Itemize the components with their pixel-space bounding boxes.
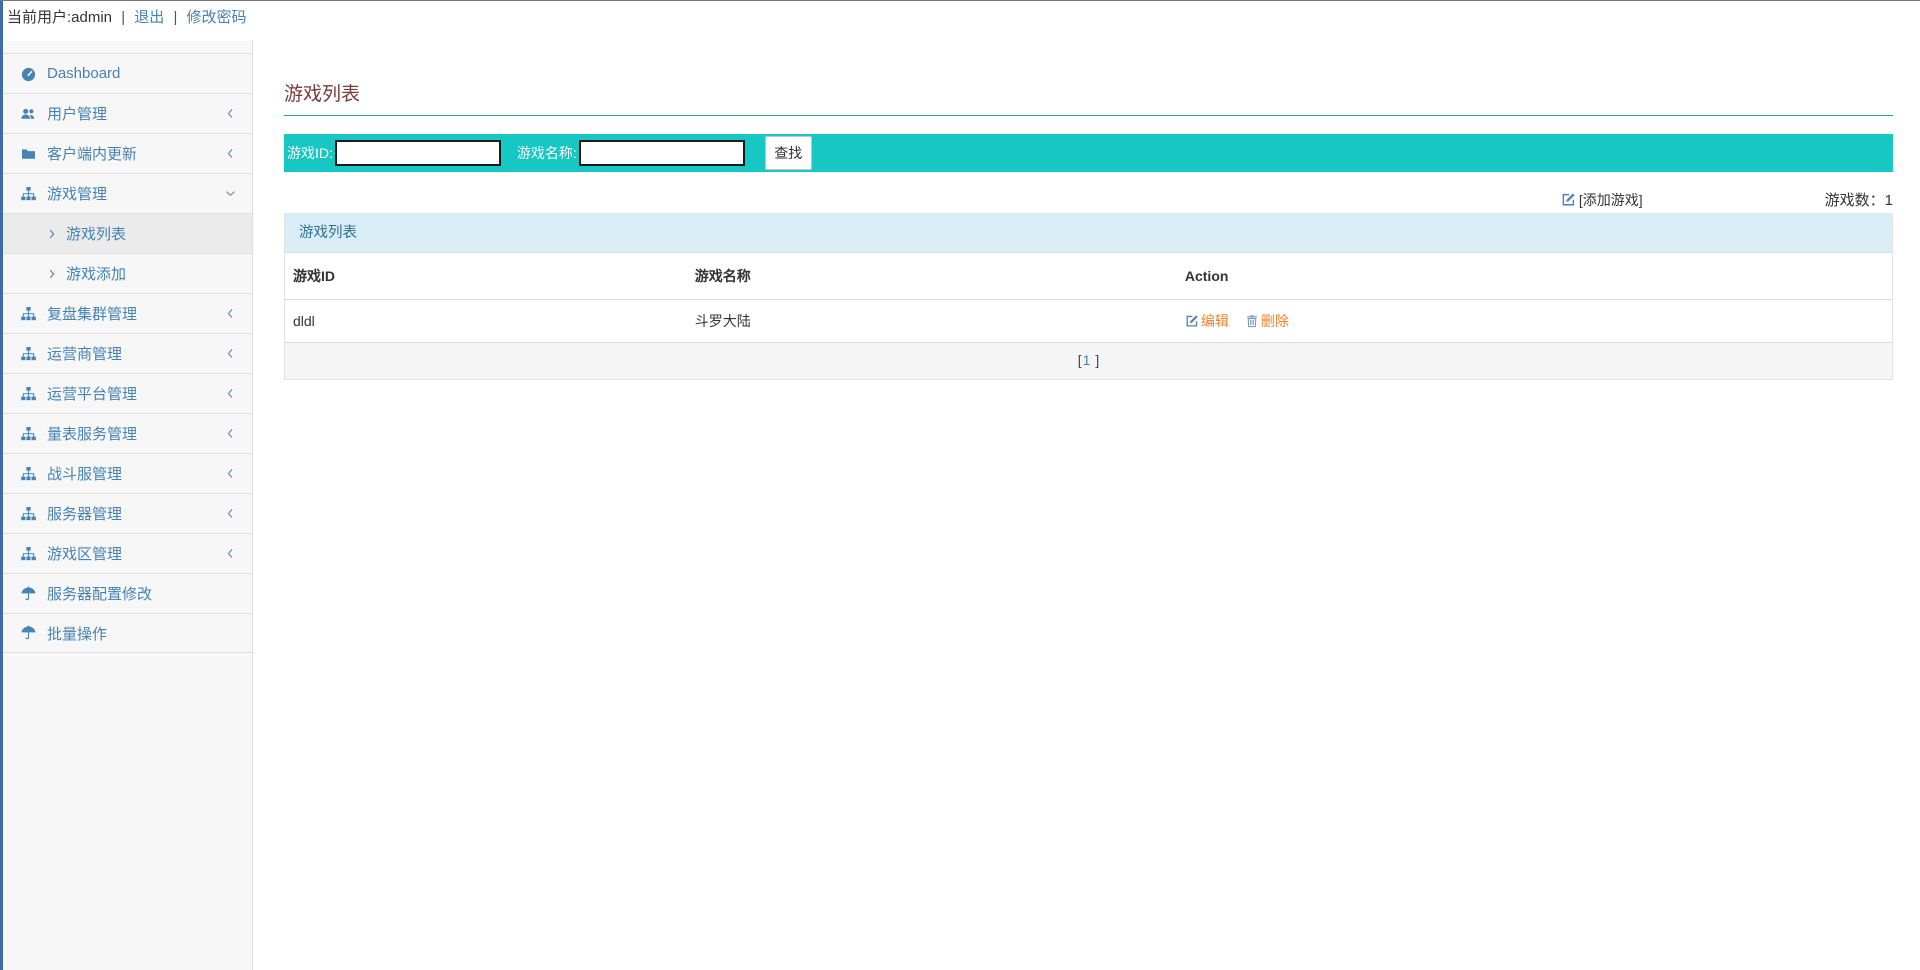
sidebar-item-label: 复盘集群管理 [47,303,137,324]
sidebar-item-server-management[interactable]: 服务器管理 [3,493,252,533]
folder-icon [20,146,37,162]
delete-label: 删除 [1261,311,1289,331]
sidebar-item-label: 游戏添加 [66,263,126,284]
sidebar-item-server-config-modify[interactable]: 服务器配置修改 [3,573,252,613]
edit-icon [1185,314,1199,328]
umbrella-icon [20,625,37,641]
sidebar-item-label: 运营商管理 [47,343,122,364]
sidebar-item-operation-platform-management[interactable]: 运营平台管理 [3,373,252,413]
toolbar-row: [添加游戏] 游戏数：1 [284,189,1893,210]
separator: | [173,9,177,26]
cell-game-id: dldl [285,300,687,343]
chevron-right-icon [46,228,58,240]
sidebar-item-label: 运营平台管理 [47,383,137,404]
delete-link[interactable]: 删除 [1245,311,1289,331]
chevron-left-icon [224,347,237,360]
add-game-label: [添加游戏] [1579,190,1643,210]
dashboard-icon [20,66,37,82]
sidebar-item-label: 游戏区管理 [47,543,122,564]
chevron-down-icon [224,187,237,200]
game-name-input[interactable] [579,140,745,166]
chevron-left-icon [224,427,237,440]
sidebar-item-user-management[interactable]: 用户管理 [3,93,252,133]
table-row: dldl 斗罗大陆 编辑 删除 [285,300,1892,343]
sidebar-item-game-management[interactable]: 游戏管理 [3,173,252,213]
sidebar-item-label: 客户端内更新 [47,143,137,164]
cell-actions: 编辑 删除 [1177,300,1892,343]
pagination-bracket: ] [1091,352,1099,368]
sidebar-item-operator-management[interactable]: 运营商管理 [3,333,252,373]
chevron-right-icon [46,268,58,280]
sidebar-item-label: 游戏管理 [47,183,107,204]
sidebar-item-dashboard[interactable]: Dashboard [3,53,252,93]
sidebar-item-scale-service-management[interactable]: 量表服务管理 [3,413,252,453]
logout-link[interactable]: 退出 [134,9,164,26]
chevron-left-icon [224,467,237,480]
page-link[interactable]: 1 [1083,352,1091,368]
sidebar-item-label: 服务器管理 [47,503,122,524]
col-header-game-name: 游戏名称 [687,253,1177,300]
game-table: 游戏ID 游戏名称 Action dldl 斗罗大陆 编辑 删除 [285,253,1892,343]
sidebar-item-label: 用户管理 [47,103,107,124]
sidebar-item-game-list[interactable]: 游戏列表 [3,213,252,253]
chevron-left-icon [224,387,237,400]
add-game-link[interactable]: [添加游戏] [1561,190,1643,210]
sidebar-item-label: 战斗服管理 [47,463,122,484]
sitemap-icon [20,386,37,402]
chevron-left-icon [224,507,237,520]
sidebar-item-client-update[interactable]: 客户端内更新 [3,133,252,173]
umbrella-icon [20,586,37,602]
trash-icon [1245,314,1259,328]
sidebar-item-label: 批量操作 [47,623,107,644]
search-button[interactable]: 查找 [765,136,812,170]
chevron-left-icon [224,147,237,160]
sitemap-icon [20,346,37,362]
sidebar: Dashboard 用户管理 客户端内更新 游戏管理 游戏列表 游戏添加 复盘集… [3,41,253,970]
sidebar-item-batch-operation[interactable]: 批量操作 [3,613,252,653]
edit-label: 编辑 [1201,311,1229,331]
sidebar-item-label: 服务器配置修改 [47,583,152,604]
sidebar-item-battle-server-management[interactable]: 战斗服管理 [3,453,252,493]
chevron-left-icon [224,547,237,560]
pencil-square-icon [1561,192,1576,207]
game-count: 游戏数：1 [1825,189,1893,210]
chevron-left-icon [224,107,237,120]
current-user-label: 当前用户:admin [7,9,112,26]
col-header-action: Action [1177,253,1892,300]
sidebar-item-label: 游戏列表 [66,223,126,244]
sidebar-item-label: 量表服务管理 [47,423,137,444]
edit-link[interactable]: 编辑 [1185,311,1229,331]
left-accent-bar [0,1,3,970]
game-id-input[interactable] [335,140,501,166]
sidebar-item-game-zone-management[interactable]: 游戏区管理 [3,533,252,573]
sidebar-item-game-add[interactable]: 游戏添加 [3,253,252,293]
users-icon [20,106,37,122]
sitemap-icon [20,506,37,522]
sidebar-item-label: Dashboard [47,65,120,82]
table-header-row: 游戏ID 游戏名称 Action [285,253,1892,300]
topbar: 当前用户:admin | 退出 | 修改密码 [0,1,1920,41]
sidebar-item-replay-cluster-management[interactable]: 复盘集群管理 [3,293,252,333]
page-title: 游戏列表 [284,79,1893,116]
chevron-left-icon [224,307,237,320]
cell-game-name: 斗罗大陆 [687,300,1177,343]
sitemap-icon [20,186,37,202]
game-name-label: 游戏名称: [517,143,577,163]
sitemap-icon [20,426,37,442]
game-list-panel: 游戏列表 游戏ID 游戏名称 Action dldl 斗罗大陆 编辑 [284,213,1893,380]
panel-title: 游戏列表 [285,213,1892,253]
sitemap-icon [20,546,37,562]
main-content: 游戏列表 游戏ID: 游戏名称: 查找 [添加游戏] 游戏数：1 游戏列表 游戏… [254,79,1920,380]
change-password-link[interactable]: 修改密码 [187,9,247,26]
separator: | [121,9,125,26]
pagination: [1 ] [285,343,1892,379]
sitemap-icon [20,466,37,482]
game-id-label: 游戏ID: [287,143,333,163]
col-header-game-id: 游戏ID [285,253,687,300]
sitemap-icon [20,306,37,322]
search-bar: 游戏ID: 游戏名称: 查找 [284,134,1893,172]
pagination-bracket: [ [1078,352,1082,368]
